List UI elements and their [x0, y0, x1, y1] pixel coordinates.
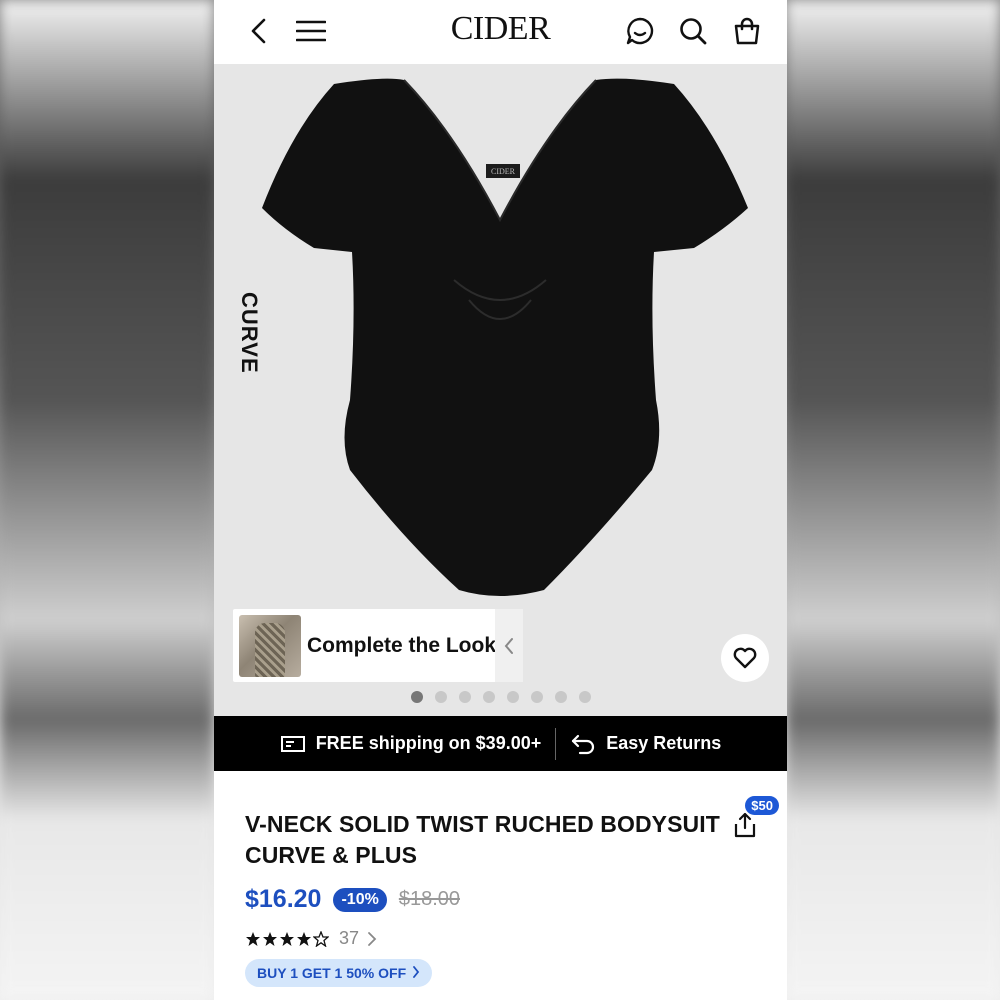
- chat-icon: [626, 17, 654, 45]
- top-header: CIDER: [214, 0, 787, 64]
- free-shipping-text: FREE shipping on $39.00+: [315, 733, 542, 753]
- review-count: 37: [339, 928, 360, 948]
- wishlist-button[interactable]: [721, 634, 769, 682]
- curve-label: CURVE: [237, 292, 262, 374]
- star-rating: [245, 930, 329, 947]
- share-reward-badge: $50: [745, 796, 779, 815]
- promo-text: BUY 1 GET 1 50% OFF: [257, 965, 407, 981]
- product-page: CIDER CIDER CURVE Complete the Look FREE…: [214, 0, 787, 1000]
- easy-returns-text: Easy Returns: [606, 733, 722, 753]
- carousel-dot[interactable]: [579, 691, 591, 703]
- cart-button[interactable]: [730, 14, 764, 48]
- hamburger-icon: [296, 20, 326, 42]
- truck-icon: [280, 735, 305, 752]
- carousel-dot[interactable]: [555, 691, 567, 703]
- chevron-right-icon: [368, 931, 377, 946]
- search-button[interactable]: [676, 14, 710, 48]
- search-icon: [680, 18, 707, 45]
- product-image: CIDER: [262, 78, 748, 596]
- return-arrow-icon: [572, 734, 595, 754]
- discount-badge: -10%: [333, 887, 387, 912]
- look-thumbnail: [239, 614, 301, 677]
- carousel-dot[interactable]: [411, 691, 423, 703]
- chevron-left-icon[interactable]: [495, 609, 523, 682]
- divider: [555, 727, 557, 760]
- sale-price: $16.20: [245, 885, 322, 913]
- star-outline-icon: [313, 930, 329, 947]
- carousel-dot[interactable]: [435, 691, 447, 703]
- share-icon: [734, 812, 756, 838]
- background-left: [0, 0, 214, 1000]
- easy-returns-item: Easy Returns: [570, 733, 721, 755]
- complete-the-look-card[interactable]: Complete the Look: [233, 609, 523, 682]
- chat-button[interactable]: [623, 14, 657, 48]
- product-title: V-NECK SOLID TWIST RUCHED BODYSUIT CURVE…: [245, 811, 720, 868]
- star-icon: [280, 931, 294, 946]
- carousel-dot[interactable]: [459, 691, 471, 703]
- heart-icon: [733, 647, 757, 669]
- product-image-carousel[interactable]: CIDER CURVE Complete the Look: [214, 64, 787, 716]
- carousel-dot[interactable]: [531, 691, 543, 703]
- chevron-right-icon: [413, 966, 420, 978]
- complete-the-look-label: Complete the Look: [307, 633, 497, 657]
- product-info: V-NECK SOLID TWIST RUCHED BODYSUIT CURVE…: [214, 771, 787, 987]
- chevron-left-icon: [251, 18, 266, 44]
- free-shipping-item: FREE shipping on $39.00+: [280, 733, 542, 754]
- svg-text:CIDER: CIDER: [491, 167, 516, 176]
- price-row: $16.20 -10% $18.00: [245, 885, 757, 914]
- promo-badge[interactable]: BUY 1 GET 1 50% OFF: [245, 959, 433, 987]
- star-icon: [246, 931, 260, 946]
- carousel-dots: [411, 691, 591, 703]
- shipping-banner[interactable]: FREE shipping on $39.00+ Easy Returns: [214, 716, 787, 771]
- original-price: $18.00: [398, 888, 460, 910]
- menu-button[interactable]: [294, 14, 328, 48]
- carousel-dot[interactable]: [507, 691, 519, 703]
- rating-row[interactable]: 37: [245, 928, 757, 949]
- background-right: [786, 0, 1000, 1000]
- back-button[interactable]: [242, 14, 276, 48]
- star-icon: [263, 931, 277, 946]
- shopping-bag-icon: [734, 17, 760, 45]
- share-button[interactable]: [731, 811, 761, 841]
- star-icon: [297, 931, 311, 946]
- carousel-dot[interactable]: [483, 691, 495, 703]
